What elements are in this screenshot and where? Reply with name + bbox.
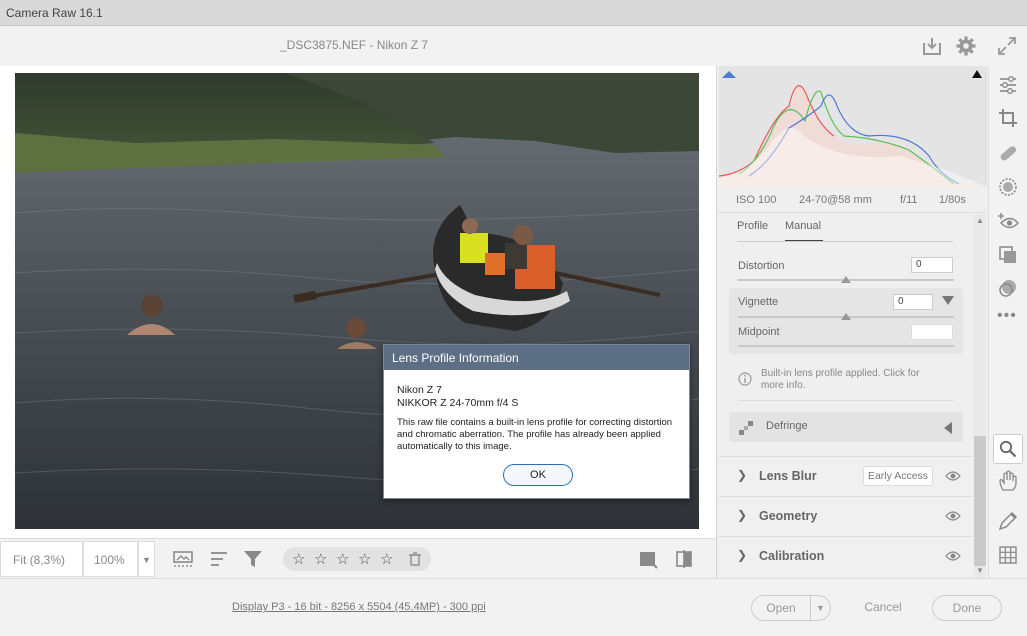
star-3[interactable]: ☆ [336,550,349,568]
distortion-slider-thumb[interactable] [841,276,851,283]
edit-panel: ISO 100 24-70@58 mm f/11 1/80s Profile M… [716,66,988,578]
ok-button[interactable]: OK [503,464,573,486]
filmstrip-icon[interactable] [172,549,194,569]
note-divider [738,400,954,401]
star-5[interactable]: ☆ [380,550,393,568]
save-icon[interactable] [921,35,943,57]
healing-icon[interactable] [997,142,1019,164]
zoom-tool-button[interactable] [993,434,1023,464]
midpoint-field[interactable] [911,324,953,340]
defringe-label: Defringe [766,420,808,432]
image-toolbar: Fit (8,3%) 100% ▼ ☆ ☆ ☆ ☆ ☆ [0,538,716,578]
midpoint-label: Midpoint [738,326,780,338]
image-canvas: Lens Profile Information Nikon Z 7 NIKKO… [0,66,716,538]
exif-focal: 24-70@58 mm [799,194,872,206]
scroll-up-icon[interactable]: ▲ [976,216,984,225]
vignette-label: Vignette [738,296,779,308]
defringe-icon [739,421,753,435]
rating-stars: ☆ ☆ ☆ ☆ ☆ [283,547,431,571]
trash-icon[interactable] [408,552,422,566]
grid-icon[interactable] [997,544,1019,566]
scroll-down-icon[interactable]: ▼ [976,566,984,575]
sort-icon[interactable] [208,549,230,569]
filter-icon[interactable] [242,549,264,569]
midpoint-slider[interactable] [738,345,954,347]
app-title: Camera Raw 16.1 [6,6,103,20]
footer-bar: Display P3 - 16 bit - 8256 x 5504 (45,4M… [0,578,1027,636]
file-title: _DSC3875.NEF - Nikon Z 7 [280,38,429,52]
star-2[interactable]: ☆ [314,550,327,568]
defringe-expand-icon[interactable] [944,422,952,434]
cancel-button[interactable]: Cancel [852,595,914,621]
chevron-right-icon: ❯ [737,548,748,562]
eye-icon[interactable] [945,469,961,483]
presets-icon[interactable] [997,244,1019,266]
hand-icon[interactable] [997,470,1019,492]
before-after-icon[interactable] [673,549,695,569]
section-title: Calibration [759,549,825,563]
mask-icon[interactable] [997,176,1019,198]
more-icon[interactable]: ••• [997,307,1019,329]
tab-profile[interactable]: Profile [737,220,768,232]
eye-icon[interactable] [945,549,961,563]
zoom-icon [999,440,1017,458]
tab-divider [737,241,953,242]
workflow-options-link[interactable]: Display P3 - 16 bit - 8256 x 5504 (45,4M… [232,601,486,613]
tab-manual[interactable]: Manual [785,220,821,232]
histogram [719,66,987,187]
vignette-group: Vignette 0 Midpoint [729,288,963,354]
window-titlebar: Camera Raw 16.1 [0,0,1027,26]
defringe-group[interactable]: Defringe [729,412,963,442]
dialog-camera: Nikon Z 7 [397,384,442,396]
eye-icon[interactable] [945,509,961,523]
star-4[interactable]: ☆ [358,550,371,568]
distortion-label: Distortion [738,260,785,272]
section-title: Geometry [759,509,818,523]
header-bar: _DSC3875.NEF - Nikon Z 7 [0,26,1027,66]
section-calibration[interactable]: ❯ Calibration [719,536,973,576]
dialog-title: Lens Profile Information [384,345,689,370]
full-view-icon[interactable] [637,549,659,569]
zoom-dropdown[interactable]: ▼ [138,541,155,577]
tool-strip: ••• [988,66,1027,578]
vignette-collapse-icon[interactable] [942,296,954,305]
tab-active-underline [785,240,823,241]
open-button[interactable]: Open [751,595,811,621]
early-access-badge: Early Access [863,466,933,486]
dialog-lens: NIKKOR Z 24-70mm f/4 S [397,397,519,409]
crop-icon[interactable] [997,107,1019,129]
star-1[interactable]: ☆ [292,550,305,568]
exif-iso: ISO 100 [736,194,777,206]
done-button[interactable]: Done [932,595,1002,621]
snapshot-icon[interactable] [997,277,1019,299]
lens-profile-dialog: Lens Profile Information Nikon Z 7 NIKKO… [383,344,690,499]
exif-info: ISO 100 24-70@58 mm f/11 1/80s [717,187,987,213]
chevron-right-icon: ❯ [737,468,748,482]
panel-scrollbar-thumb[interactable] [974,436,986,566]
gear-icon[interactable] [955,35,977,57]
dialog-message: This raw file contains a built-in lens p… [397,417,673,452]
section-title: Lens Blur [759,469,817,483]
lens-profile-note[interactable]: Built-in lens profile applied. Click for… [761,368,941,392]
info-icon[interactable] [738,372,752,386]
exif-shutter: 1/80s [939,194,966,206]
vignette-field[interactable]: 0 [893,294,933,310]
chevron-right-icon: ❯ [737,508,748,522]
edit-sliders-icon[interactable] [997,74,1019,96]
section-geometry[interactable]: ❯ Geometry [719,496,973,536]
zoom-100-button[interactable]: 100% [83,541,138,577]
open-dropdown[interactable]: ▼ [810,595,831,621]
eyedropper-icon[interactable] [997,510,1019,532]
section-lens-blur[interactable]: ❯ Lens Blur Early Access [719,456,973,496]
fullscreen-icon[interactable] [996,35,1018,57]
exif-aperture: f/11 [900,194,918,206]
red-eye-icon[interactable] [997,211,1019,233]
zoom-fit-button[interactable]: Fit (8,3%) [0,541,83,577]
distortion-field[interactable]: 0 [911,257,953,273]
vignette-slider-thumb[interactable] [841,313,851,320]
